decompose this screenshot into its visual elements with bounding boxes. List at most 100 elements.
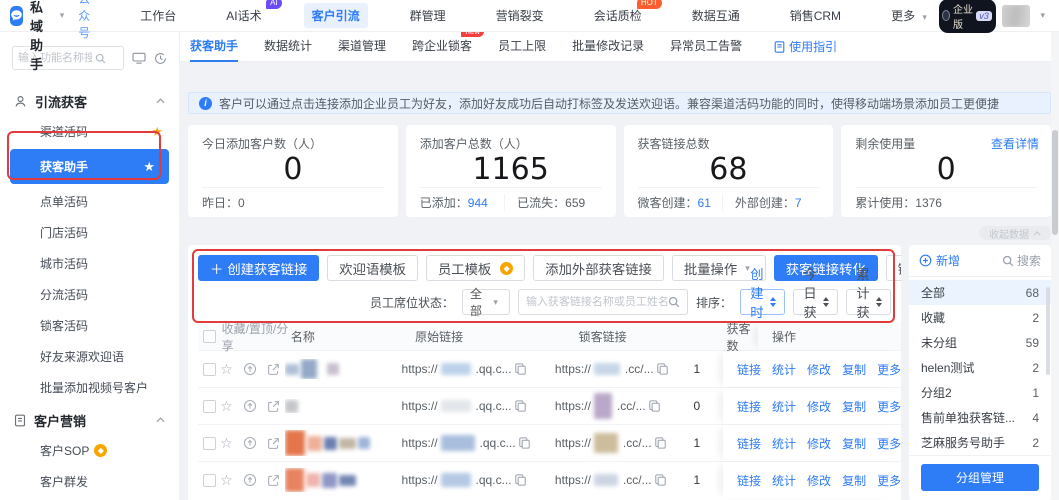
- page-scrollbar[interactable]: [1051, 32, 1059, 500]
- select-all-checkbox[interactable]: [203, 330, 216, 343]
- star-icon[interactable]: ★: [151, 124, 163, 140]
- share-icon[interactable]: [267, 437, 280, 450]
- tab-cross-enterprise-lock[interactable]: 跨企业锁客new: [412, 32, 472, 62]
- mp-account-link[interactable]: 公众号: [78, 0, 90, 41]
- usage-guide-link[interactable]: 使用指引: [774, 38, 837, 55]
- share-icon[interactable]: [267, 400, 280, 413]
- pin-top-icon[interactable]: [243, 436, 257, 450]
- sort-create-time-button[interactable]: 创建时间: [740, 289, 785, 315]
- collapse-stats-pill[interactable]: 收起数据: [979, 226, 1051, 240]
- copy-icon[interactable]: [649, 400, 660, 412]
- link-search[interactable]: [518, 289, 688, 315]
- favorite-star-icon[interactable]: ☆: [220, 473, 233, 487]
- star-icon[interactable]: ★: [143, 159, 155, 175]
- copy-icon[interactable]: [655, 474, 666, 486]
- nav-item-marketing-fission[interactable]: 营销裂变: [488, 3, 552, 28]
- tab-batch-modify-records[interactable]: 批量修改记录: [572, 32, 644, 62]
- stats-action[interactable]: 统计: [772, 398, 796, 415]
- account-chevron-down-icon[interactable]: ▾: [1040, 10, 1045, 21]
- group-item-favorites[interactable]: 收藏2: [909, 305, 1051, 330]
- nav-item-data-interchange[interactable]: 数据互通: [684, 3, 748, 28]
- more-action[interactable]: 更多: [877, 361, 901, 378]
- copy-icon[interactable]: [655, 437, 666, 449]
- link-action[interactable]: 链接: [737, 472, 761, 489]
- link-action[interactable]: 链接: [737, 361, 761, 378]
- sidebar-section-acquisition[interactable]: 引流获客: [0, 86, 179, 116]
- sidebar-item-lock-qr[interactable]: 锁客活码: [0, 310, 179, 341]
- add-external-link-button[interactable]: 添加外部获客链接: [533, 255, 664, 281]
- group-item-presales[interactable]: 售前单独获客链...4: [909, 405, 1051, 430]
- group-manage-button[interactable]: 分组管理: [921, 464, 1039, 491]
- copy-icon[interactable]: [515, 400, 526, 412]
- group-item-group2[interactable]: 分组21: [909, 380, 1051, 405]
- sidebar-item-city-qr[interactable]: 城市活码: [0, 248, 179, 279]
- create-link-button[interactable]: ＋创建获客链接: [198, 255, 319, 281]
- sidebar-item-split-qr[interactable]: 分流活码: [0, 279, 179, 310]
- stats-action[interactable]: 统计: [772, 472, 796, 489]
- edit-action[interactable]: 修改: [807, 361, 831, 378]
- nav-item-sales-crm[interactable]: 销售CRM: [782, 3, 849, 28]
- pin-top-icon[interactable]: [243, 399, 257, 413]
- link-action[interactable]: 链接: [737, 435, 761, 452]
- sort-total-button[interactable]: 累计获客: [846, 289, 891, 315]
- group-list-scrollbar[interactable]: [1046, 287, 1050, 375]
- sidebar-search[interactable]: [12, 46, 124, 70]
- link-action[interactable]: 链接: [737, 398, 761, 415]
- favorite-star-icon[interactable]: ☆: [220, 436, 233, 450]
- sort-today-button[interactable]: 今日获客: [793, 289, 838, 315]
- sidebar-item-friend-source-welcome[interactable]: 好友来源欢迎语: [0, 341, 179, 372]
- pin-top-icon[interactable]: [243, 362, 257, 376]
- link-search-input[interactable]: [526, 296, 668, 308]
- stats-action[interactable]: 统计: [772, 435, 796, 452]
- share-icon[interactable]: [267, 363, 280, 376]
- more-action[interactable]: 更多: [877, 398, 901, 415]
- sidebar-item-channel-qr[interactable]: 渠道活码★: [0, 116, 179, 147]
- group-item-helen-test[interactable]: helen测试2: [909, 355, 1051, 380]
- add-group-button[interactable]: 新增: [919, 252, 960, 269]
- tab-acquisition-assistant[interactable]: 获客助手: [190, 32, 238, 62]
- group-item-all[interactable]: 全部68: [909, 280, 1051, 305]
- row-checkbox[interactable]: [203, 474, 216, 487]
- sidebar-item-store-qr[interactable]: 门店活码: [0, 217, 179, 248]
- brand-chevron-down-icon[interactable]: ▾: [60, 10, 65, 21]
- group-item-sesame-service[interactable]: 芝麻服务号助手2: [909, 430, 1051, 455]
- nav-item-workbench[interactable]: 工作台: [132, 3, 184, 28]
- copy-icon[interactable]: [515, 363, 526, 375]
- sidebar-item-acquisition-assistant[interactable]: 获客助手★: [10, 149, 169, 184]
- sidebar-item-customer-sop[interactable]: 客户SOP◆: [0, 435, 179, 466]
- sidebar-item-order-qr[interactable]: 点单活码: [0, 186, 179, 217]
- copy-action[interactable]: 复制: [842, 472, 866, 489]
- pin-top-icon[interactable]: [243, 473, 257, 487]
- welcome-template-button[interactable]: 欢迎语模板: [327, 255, 418, 281]
- more-action[interactable]: 更多: [877, 435, 901, 452]
- nav-item-group-management[interactable]: 群管理: [402, 3, 454, 28]
- feedback-icon[interactable]: [132, 52, 146, 64]
- tab-data-statistics[interactable]: 数据统计: [264, 32, 312, 62]
- copy-action[interactable]: 复制: [842, 361, 866, 378]
- favorite-star-icon[interactable]: ☆: [220, 399, 233, 413]
- edit-action[interactable]: 修改: [807, 472, 831, 489]
- tab-abnormal-employee-alert[interactable]: 异常员工告警: [670, 32, 742, 62]
- chevron-up-icon[interactable]: [156, 98, 165, 104]
- sidebar-section-marketing[interactable]: 客户营销: [0, 405, 179, 435]
- app-logo-icon[interactable]: [10, 6, 23, 26]
- row-checkbox[interactable]: [203, 400, 216, 413]
- history-icon[interactable]: [154, 52, 167, 65]
- copy-icon[interactable]: [519, 437, 530, 449]
- copy-icon[interactable]: [515, 474, 526, 486]
- group-item-ungrouped[interactable]: 未分组59: [909, 330, 1051, 355]
- nav-item-ai-script[interactable]: AI话术AI: [218, 3, 269, 28]
- nav-item-customer-acquisition[interactable]: 客户引流: [304, 3, 368, 28]
- stats-action[interactable]: 统计: [772, 361, 796, 378]
- edit-action[interactable]: 修改: [807, 435, 831, 452]
- tab-employee-limit[interactable]: 员工上限: [498, 32, 546, 62]
- group-search-button[interactable]: 搜索: [1002, 252, 1041, 269]
- nav-item-more[interactable]: 更多 ▾: [883, 3, 939, 28]
- nav-item-chat-inspection[interactable]: 会话质检HOT: [586, 3, 650, 28]
- row-checkbox[interactable]: [203, 363, 216, 376]
- more-action[interactable]: 更多: [877, 472, 901, 489]
- employee-template-button[interactable]: 员工模板◆: [426, 255, 525, 281]
- chevron-up-icon[interactable]: [156, 417, 165, 423]
- share-icon[interactable]: [267, 474, 280, 487]
- sidebar-item-batch-add-video-customers[interactable]: 批量添加视频号客户: [0, 372, 179, 403]
